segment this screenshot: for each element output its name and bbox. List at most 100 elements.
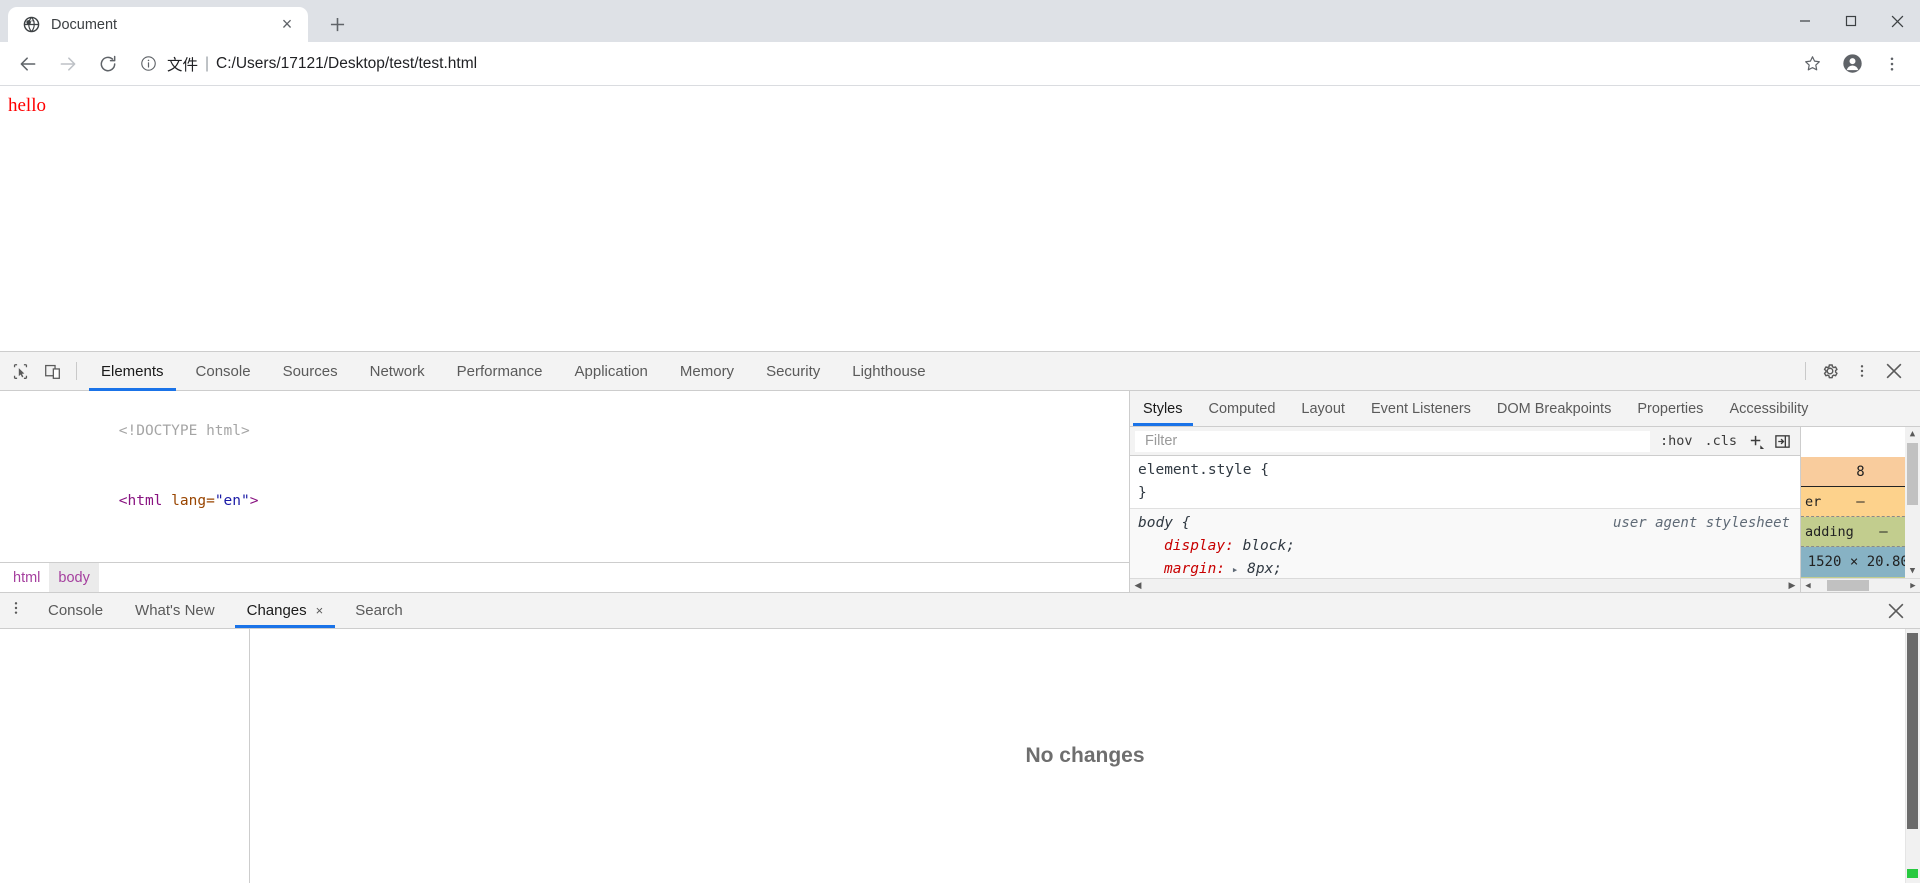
browser-menu-icon[interactable]	[1874, 46, 1910, 82]
sidebar-toggle-icon[interactable]	[1770, 430, 1794, 452]
drawer-tab-changes[interactable]: Changes ×	[231, 593, 340, 628]
devtools-toolbar-actions	[1797, 356, 1916, 386]
drawer-tab-console[interactable]: Console	[32, 593, 119, 628]
styles-rules-list[interactable]: element.style { } user agent stylesheet …	[1130, 456, 1800, 578]
drawer-tabs: Console What's New Changes × Search	[0, 593, 1920, 629]
dom-tree[interactable]: <!DOCTYPE html> <html lang="en"> ▶<head>…	[0, 391, 1129, 562]
changes-sidebar[interactable]	[0, 629, 250, 883]
new-tab-button[interactable]	[320, 7, 354, 41]
style-rule-element-style[interactable]: element.style { }	[1130, 456, 1800, 509]
scroll-up-icon[interactable]: ▲	[1906, 427, 1920, 441]
breadcrumb-item-html[interactable]: html	[4, 563, 49, 593]
expand-triangle-icon[interactable]: ▶	[127, 562, 137, 563]
declaration-display[interactable]: display: block;	[1130, 535, 1800, 558]
box-model-row-padding-bottom[interactable]: –	[1801, 577, 1920, 578]
scroll-left-icon[interactable]: ◀	[1131, 580, 1145, 591]
tab-layout[interactable]: Layout	[1288, 391, 1358, 426]
scrollbar-thumb[interactable]	[1907, 443, 1918, 505]
styles-horizontal-scrollbar[interactable]: ◀ ▶	[1130, 578, 1800, 592]
gear-icon[interactable]	[1814, 356, 1846, 386]
scroll-right-icon[interactable]: ▶	[1906, 581, 1920, 591]
box-model-row-margin[interactable]: 8	[1801, 457, 1920, 487]
tab-security[interactable]: Security	[750, 352, 836, 391]
class-editor-button[interactable]: .cls	[1699, 431, 1742, 451]
expand-shorthand-triangle-icon[interactable]: ▸	[1225, 563, 1239, 576]
tab-memory[interactable]: Memory	[664, 352, 750, 391]
tab-dom-breakpoints[interactable]: DOM Breakpoints	[1484, 391, 1624, 426]
minimize-button[interactable]	[1782, 0, 1828, 42]
dom-line-html-open[interactable]: <html lang="en">	[0, 467, 1129, 538]
declaration-margin[interactable]: margin: ▸ 8px;	[1130, 558, 1800, 578]
box-model-padding-value: –	[1879, 523, 1888, 540]
window-close-button[interactable]	[1874, 0, 1920, 42]
info-circle-icon[interactable]	[138, 54, 158, 74]
property-name[interactable]: display	[1164, 538, 1225, 554]
box-model-row-border[interactable]: er –	[1801, 487, 1920, 517]
forward-button[interactable]	[50, 46, 86, 82]
tab-sources[interactable]: Sources	[267, 352, 354, 391]
browser-window: Document × 文件 | C:/Users/17121/Desktop/t…	[0, 0, 1920, 883]
back-button[interactable]	[10, 46, 46, 82]
box-model-row-content[interactable]: 1520 × 20.800	[1801, 547, 1920, 577]
inspect-cursor-icon[interactable]	[4, 356, 36, 386]
tab-title: Document	[51, 16, 118, 33]
drawer-menu-icon[interactable]	[0, 593, 32, 623]
hover-state-button[interactable]: :hov	[1655, 431, 1698, 451]
scroll-down-icon[interactable]: ▼	[1906, 564, 1920, 578]
scrollbar-thumb[interactable]	[1907, 633, 1918, 829]
tab-performance[interactable]: Performance	[441, 352, 559, 391]
address-bar[interactable]: 文件 | C:/Users/17121/Desktop/test/test.ht…	[138, 49, 1786, 79]
property-value[interactable]: block;	[1243, 538, 1295, 554]
scroll-left-icon[interactable]: ◀	[1801, 581, 1815, 591]
box-model-vertical-scrollbar[interactable]: ▲ ▼	[1905, 427, 1920, 578]
box-model-border-label: er	[1805, 493, 1822, 510]
property-name[interactable]: margin	[1164, 561, 1216, 577]
browser-tab[interactable]: Document ×	[8, 7, 308, 42]
tab-network[interactable]: Network	[354, 352, 441, 391]
reload-button[interactable]	[90, 46, 126, 82]
tab-lighthouse[interactable]: Lighthouse	[836, 352, 941, 391]
drawer-tab-close-icon[interactable]: ×	[316, 603, 324, 618]
box-model-panel: 8 er – adding – 1520 × 20.800 ▲ ▼ ◀ ▶	[1800, 427, 1920, 592]
devtools-close-icon[interactable]	[1878, 356, 1910, 386]
drawer-tab-search[interactable]: Search	[339, 593, 419, 628]
styles-filter-input[interactable]: Filter	[1134, 429, 1651, 453]
scroll-right-icon[interactable]: ▶	[1785, 580, 1799, 591]
scrollbar-thumb[interactable]	[1827, 580, 1869, 591]
property-value[interactable]: 8px;	[1247, 561, 1282, 577]
box-model-scroll-area[interactable]: 8 er – adding – 1520 × 20.800 ▲ ▼	[1801, 427, 1920, 578]
tab-properties[interactable]: Properties	[1624, 391, 1716, 426]
box-model-horizontal-scrollbar[interactable]: ◀ ▶	[1801, 578, 1920, 592]
devtools-toolbar: Elements Console Sources Network Perform…	[0, 352, 1920, 391]
tab-event-listeners[interactable]: Event Listeners	[1358, 391, 1484, 426]
kebab-menu-icon[interactable]	[1846, 356, 1878, 386]
box-model-padding-label: adding	[1805, 523, 1854, 540]
dom-line-head[interactable]: ▶<head>…</head>	[0, 537, 1129, 562]
drawer-vertical-scrollbar[interactable]	[1905, 629, 1920, 883]
tab-console[interactable]: Console	[180, 352, 267, 391]
maximize-button[interactable]	[1828, 0, 1874, 42]
tab-application[interactable]: Application	[559, 352, 664, 391]
drawer-tab-whats-new[interactable]: What's New	[119, 593, 231, 628]
rule-close-brace: }	[1138, 485, 1147, 501]
tab-styles[interactable]: Styles	[1130, 391, 1196, 426]
styles-filter-row: Filter :hov .cls	[1130, 427, 1800, 456]
box-model-row-padding-top[interactable]: adding –	[1801, 517, 1920, 547]
breadcrumb-item-body[interactable]: body	[49, 562, 99, 593]
profile-icon[interactable]	[1834, 46, 1870, 82]
drawer-tab-label: Search	[355, 602, 403, 619]
device-toolbar-icon[interactable]	[36, 356, 68, 386]
tab-elements[interactable]: Elements	[85, 352, 180, 391]
style-rule-body[interactable]: user agent stylesheet body { display: bl…	[1130, 509, 1800, 578]
close-icon[interactable]: ×	[276, 14, 298, 36]
drawer-close-icon[interactable]	[1880, 596, 1912, 626]
tab-accessibility[interactable]: Accessibility	[1716, 391, 1821, 426]
dom-line-doctype[interactable]: <!DOCTYPE html>	[0, 396, 1129, 467]
rule-origin-label: user agent stylesheet	[1612, 515, 1790, 531]
tab-strip: Document ×	[0, 0, 1920, 42]
tab-computed[interactable]: Computed	[1196, 391, 1289, 426]
bookmark-star-icon[interactable]	[1794, 46, 1830, 82]
new-style-rule-button[interactable]	[1744, 430, 1768, 452]
toolbar-actions	[1792, 46, 1912, 82]
doctype-text: <!DOCTYPE html>	[118, 422, 250, 439]
